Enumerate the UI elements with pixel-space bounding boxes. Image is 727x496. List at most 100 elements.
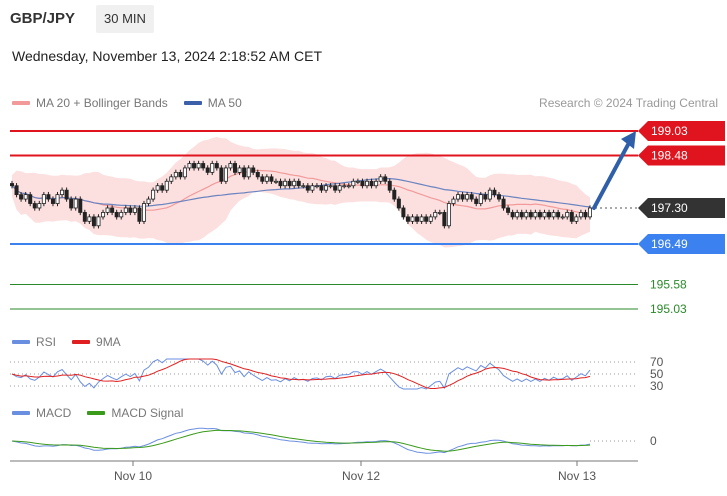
candle-body [537, 212, 542, 218]
candle-body [369, 180, 374, 187]
candle-body [460, 194, 465, 200]
candle-body [410, 216, 415, 222]
candle-body [442, 212, 447, 227]
candle-body [446, 203, 451, 227]
candle-body [547, 212, 552, 218]
candle-body [146, 198, 151, 204]
candle-body [474, 198, 479, 204]
candle-body [433, 212, 438, 218]
candle-body [569, 212, 574, 222]
candle-body [164, 180, 169, 191]
candle-body [60, 189, 65, 196]
candle-body [560, 216, 565, 219]
candle-body [496, 194, 501, 200]
candle-body [533, 212, 538, 218]
candle-body [151, 189, 156, 200]
x-axis: Nov 10 Nov 12 Nov 13 [10, 460, 638, 483]
rsi-level-label-30: 30 [650, 379, 664, 393]
rsi-panel: 705030 [10, 355, 664, 393]
candle-body [437, 212, 442, 214]
macd-line [11, 427, 591, 454]
candle-body [346, 185, 351, 188]
candle-body [128, 207, 133, 213]
candle-body [101, 212, 106, 218]
candle-body [465, 194, 470, 200]
candle-body [242, 167, 247, 178]
candle-body [237, 167, 242, 173]
candle-body [69, 198, 74, 209]
candle-body [428, 216, 433, 222]
candle-body [419, 216, 424, 222]
candle-body [333, 185, 338, 191]
candle-body [551, 212, 556, 218]
candle-body [278, 180, 283, 187]
candle-body [364, 180, 369, 187]
candle-body [383, 176, 388, 182]
forecast-arrow [592, 131, 636, 210]
candle-body [478, 194, 483, 204]
candle-body [114, 212, 119, 218]
x-tick-label-0: Nov 10 [114, 469, 152, 483]
candle-body [519, 212, 524, 218]
candle-body [205, 167, 210, 173]
candle-body [173, 171, 178, 178]
candle-body [305, 185, 310, 191]
candle-body [269, 176, 274, 182]
candle-body [137, 207, 142, 222]
candle-body [487, 189, 492, 200]
candle-body [9, 183, 14, 187]
candle [219, 165, 224, 184]
candle [223, 165, 228, 184]
candle-body [583, 212, 588, 218]
candle-body [14, 185, 19, 196]
candle-body [155, 185, 160, 191]
level-197-30-label: 197.30 [651, 201, 688, 215]
candle-body [283, 180, 288, 187]
candle-body [510, 212, 515, 218]
candle-body [574, 216, 579, 222]
level-196-49-label: 196.49 [651, 237, 688, 251]
candle-body [524, 212, 529, 218]
candle-body [223, 167, 228, 182]
candle-body [37, 203, 42, 209]
candle-body [119, 212, 124, 218]
candle [137, 205, 142, 225]
level-198-48-label: 198.48 [651, 148, 688, 162]
candle-body [556, 212, 561, 218]
candle-body [160, 185, 165, 191]
candle-body [360, 180, 365, 187]
candle-body [542, 212, 547, 218]
candle-body [64, 189, 69, 200]
candle-body [401, 207, 406, 218]
candle-body [292, 180, 297, 187]
level-195-58-label: 195.58 [650, 278, 687, 292]
candle-body [483, 194, 488, 200]
level-labels: 199.03 198.48 197.30 196.49 195.58 195.03 [638, 121, 725, 316]
candle-body [515, 212, 520, 218]
candle [78, 196, 83, 216]
candle-body [528, 212, 533, 218]
candle-body [588, 207, 593, 218]
candle-body [169, 176, 174, 182]
candle-body [87, 216, 92, 222]
candle-body [82, 212, 87, 222]
candle-body [387, 180, 392, 191]
x-tick-label-1: Nov 12 [342, 469, 380, 483]
candle-body [55, 194, 60, 204]
candle-body [96, 216, 101, 227]
candle-body [378, 176, 383, 182]
candle-body [351, 180, 356, 187]
candle-body [319, 185, 324, 191]
candle-body [405, 216, 410, 222]
candle-body [396, 198, 401, 209]
candle-body [492, 189, 497, 196]
candle-body [214, 163, 219, 169]
candle-body [260, 176, 265, 182]
candle-body [264, 176, 269, 182]
candle-body [91, 216, 96, 227]
candle-body [355, 180, 360, 183]
candle-body [178, 171, 183, 178]
candle-body [23, 194, 28, 200]
candle-body [50, 198, 55, 204]
candle-body [374, 180, 379, 187]
